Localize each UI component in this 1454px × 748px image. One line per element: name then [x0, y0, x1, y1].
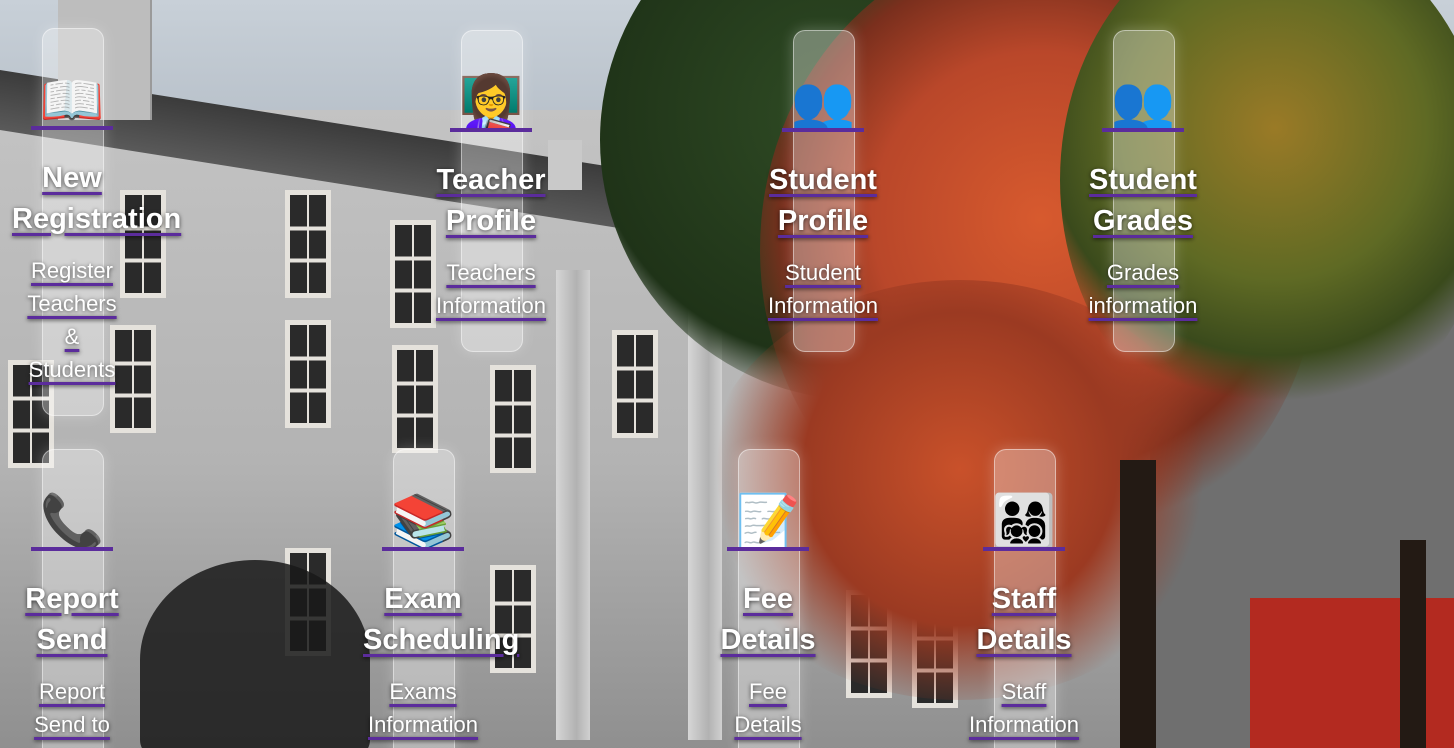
memo-icon: 📝 [735, 492, 801, 552]
telephone-icon: 📞 [39, 492, 105, 552]
icon-underline [382, 547, 464, 551]
card-description: Fee Details [734, 679, 802, 737]
card-description: Register Teachers & Students [27, 258, 117, 382]
card-description: Student Information [767, 260, 879, 318]
card-teacher-profile[interactable]: 👩‍🏫 Teacher Profile Teachers Information [431, 30, 551, 352]
family-icon: 👨‍👩‍👧‍👦 [991, 492, 1057, 552]
card-title[interactable]: Exam Scheduling [363, 579, 519, 661]
students-icon: 👥 [790, 73, 856, 133]
icon-underline [31, 547, 113, 551]
card-report-send[interactable]: 📞 Report Send Report Send to [12, 449, 132, 748]
card-title[interactable]: Student Grades [1083, 160, 1203, 242]
card-title[interactable]: Teacher Profile [431, 160, 551, 242]
students-icon: 👥 [1110, 73, 1176, 133]
card-description: Staff Information [968, 679, 1080, 737]
card-description: Teachers Information [435, 260, 547, 318]
tree-shadow [140, 560, 370, 748]
dashboard-stage: 📖 New Registration Register Teachers & S… [0, 0, 1454, 748]
card-student-profile[interactable]: 👥 Student Profile Student Information [763, 30, 883, 352]
card-description: Report Send to [34, 679, 110, 737]
card-title[interactable]: Staff Details [964, 579, 1084, 661]
card-description: Grades information [1088, 260, 1198, 318]
card-title[interactable]: New Registration [12, 158, 181, 240]
card-description: Exams Information [367, 679, 479, 737]
icon-underline [450, 128, 532, 132]
icon-underline [782, 128, 864, 132]
window [285, 190, 331, 298]
card-student-grades[interactable]: 👥 Student Grades Grades information [1083, 30, 1203, 352]
card-fee-details[interactable]: 📝 Fee Details Fee Details [708, 449, 828, 748]
icon-underline [31, 126, 113, 130]
card-title[interactable]: Student Profile [763, 160, 883, 242]
icon-underline [983, 547, 1065, 551]
window [490, 565, 536, 673]
chimney-small [548, 140, 582, 190]
card-title[interactable]: Report Send [12, 579, 132, 661]
window [612, 330, 658, 438]
window [285, 320, 331, 428]
icon-underline [727, 547, 809, 551]
tree-trunk [1120, 460, 1156, 748]
card-exam-scheduling[interactable]: 📚 Exam Scheduling Exams Information [363, 449, 519, 748]
tree-trunk [1400, 540, 1426, 748]
card-staff-details[interactable]: 👨‍👩‍👧‍👦 Staff Details Staff Information [964, 449, 1084, 748]
books-icon: 📚 [390, 492, 456, 552]
window [392, 345, 438, 453]
column [556, 270, 590, 740]
window [490, 365, 536, 473]
card-new-registration[interactable]: 📖 New Registration Register Teachers & S… [12, 28, 181, 416]
icon-underline [1102, 128, 1184, 132]
window [390, 220, 436, 328]
teacher-icon: 👩‍🏫 [458, 73, 524, 133]
card-title[interactable]: Fee Details [708, 579, 828, 661]
book-icon: 📖 [39, 71, 105, 131]
